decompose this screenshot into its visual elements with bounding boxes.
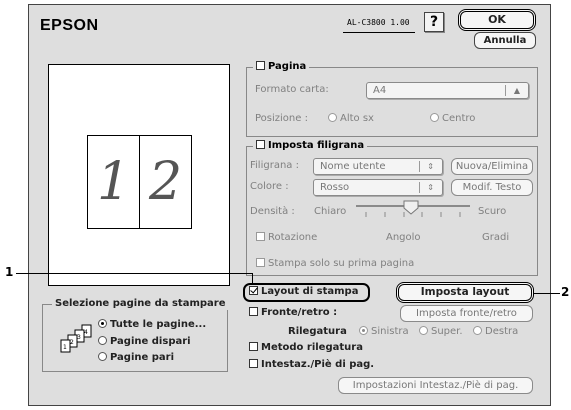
callout-2-line bbox=[534, 293, 560, 294]
angle-label: Angolo bbox=[386, 232, 421, 243]
paper-size-value: A4 bbox=[373, 85, 387, 96]
odd-pages-option[interactable]: Pagine dispari bbox=[98, 336, 191, 347]
updown-arrow-icon: ⇕ bbox=[427, 162, 434, 171]
updown-arrow-icon: ▲ bbox=[513, 86, 520, 95]
updown-arrow-icon: ⇕ bbox=[427, 183, 434, 192]
header-footer-setup-button[interactable]: Impostazioni Intestaz./Piè di pag. bbox=[338, 377, 533, 394]
svg-text:4: 4 bbox=[84, 329, 88, 336]
preview-page-1: 1 bbox=[87, 135, 140, 229]
degrees-label: Gradi bbox=[482, 232, 510, 243]
print-layout-label: Layout di stampa bbox=[261, 286, 359, 297]
watermark-group-label: Imposta filigrana bbox=[268, 140, 365, 151]
help-button[interactable]: ? bbox=[424, 12, 444, 32]
first-page-only-label: Stampa solo su prima pagina bbox=[268, 258, 415, 269]
density-slider[interactable] bbox=[352, 199, 474, 221]
header-footer-label: Intestaz./Piè di pag. bbox=[261, 359, 375, 370]
all-pages-option[interactable]: Tutte le pagine... bbox=[98, 319, 206, 330]
all-pages-label: Tutte le pagine... bbox=[110, 319, 207, 330]
page-group-title[interactable]: Pagina bbox=[253, 61, 310, 73]
new-delete-button[interactable]: Nuova/Elimina bbox=[451, 158, 533, 175]
page-selection-title: Selezione pagine da stampare bbox=[52, 298, 229, 310]
ok-button[interactable]: OK bbox=[458, 9, 536, 31]
rotation-option[interactable]: Rotazione bbox=[256, 232, 317, 243]
duplex-label: Fronte/retro : bbox=[261, 307, 338, 318]
first-page-only-option[interactable]: Stampa solo su prima pagina bbox=[256, 258, 414, 269]
svg-text:2: 2 bbox=[70, 339, 74, 346]
page-group bbox=[246, 67, 538, 137]
density-light-label: Chiaro bbox=[314, 206, 347, 217]
color-select[interactable]: Rosso ⇕ bbox=[313, 179, 443, 196]
printer-model-label: AL-C3800 1.00 bbox=[347, 18, 410, 27]
even-pages-option[interactable]: Pagine pari bbox=[98, 352, 174, 363]
popup-separator bbox=[419, 182, 420, 193]
color-value: Rosso bbox=[320, 182, 350, 193]
even-pages-radio[interactable] bbox=[98, 352, 107, 361]
binding-method-option[interactable]: Metodo rilegatura bbox=[249, 342, 363, 353]
edit-text-button[interactable]: Modif. Testo bbox=[451, 179, 533, 196]
slider-thumb[interactable] bbox=[403, 200, 419, 215]
position-center-option[interactable]: Centro bbox=[430, 113, 475, 124]
callout-2-label: 2 bbox=[561, 285, 570, 299]
binding-right-radio[interactable] bbox=[473, 326, 482, 335]
paper-size-select[interactable]: A4 ▲ bbox=[366, 82, 529, 99]
binding-left-option[interactable]: Sinistra bbox=[359, 326, 409, 337]
binding-right-option[interactable]: Destra bbox=[473, 326, 518, 337]
layout-setup-button[interactable]: Imposta layout bbox=[396, 282, 534, 303]
binding-label: Rilegatura bbox=[288, 326, 347, 337]
watermark-label: Filigrana : bbox=[250, 160, 299, 171]
rotation-label: Rotazione bbox=[268, 232, 318, 243]
watermark-group-title[interactable]: Imposta filigrana bbox=[253, 140, 368, 152]
pages-stack-icon: 4321 bbox=[60, 324, 92, 353]
odd-pages-label: Pagine dispari bbox=[110, 336, 191, 347]
callout-1-line bbox=[16, 273, 252, 274]
color-label: Colore : bbox=[250, 181, 289, 192]
watermark-checkbox[interactable] bbox=[256, 140, 265, 149]
print-layout-checkbox[interactable] bbox=[249, 286, 258, 295]
paper-size-label: Formato carta: bbox=[255, 84, 329, 95]
position-center-radio[interactable] bbox=[430, 113, 439, 122]
position-top-left-radio[interactable] bbox=[328, 113, 337, 122]
density-label: Densità : bbox=[250, 206, 295, 217]
svg-text:3: 3 bbox=[77, 334, 81, 341]
first-page-only-checkbox[interactable] bbox=[256, 258, 265, 267]
duplex-setup-button[interactable]: Imposta fronte/retro bbox=[400, 305, 533, 322]
duplex-checkbox[interactable] bbox=[249, 307, 258, 316]
watermark-value: Nome utente bbox=[320, 161, 386, 172]
print-layout-option[interactable]: Layout di stampa bbox=[249, 286, 358, 297]
epson-logo: EPSON bbox=[40, 17, 99, 34]
popup-separator bbox=[505, 85, 506, 96]
header-footer-checkbox[interactable] bbox=[249, 359, 258, 368]
binding-top-radio[interactable] bbox=[419, 326, 428, 335]
odd-pages-radio[interactable] bbox=[98, 336, 107, 345]
binding-left-radio[interactable] bbox=[359, 326, 368, 335]
callout-1-label: 1 bbox=[5, 265, 14, 279]
position-top-left-label: Alto sx bbox=[340, 113, 374, 124]
page-group-label: Pagina bbox=[268, 61, 307, 72]
model-underline bbox=[343, 32, 415, 33]
cancel-button[interactable]: Annulla bbox=[474, 32, 536, 49]
popup-separator bbox=[419, 161, 420, 172]
duplex-option[interactable]: Fronte/retro : bbox=[249, 307, 337, 318]
position-top-left-option[interactable]: Alto sx bbox=[328, 113, 374, 124]
all-pages-radio[interactable] bbox=[98, 319, 107, 328]
binding-right-label: Destra bbox=[485, 326, 519, 337]
header-footer-option[interactable]: Intestaz./Piè di pag. bbox=[249, 359, 374, 370]
preview-page-2: 2 bbox=[139, 135, 192, 229]
callout-1-drop bbox=[252, 273, 253, 285]
watermark-select[interactable]: Nome utente ⇕ bbox=[313, 158, 443, 175]
binding-top-label: Super. bbox=[431, 326, 463, 337]
binding-left-label: Sinistra bbox=[371, 326, 409, 337]
svg-text:1: 1 bbox=[63, 344, 67, 351]
even-pages-label: Pagine pari bbox=[110, 352, 175, 363]
position-label: Posizione : bbox=[255, 113, 308, 124]
binding-method-checkbox[interactable] bbox=[249, 342, 258, 351]
binding-top-option[interactable]: Super. bbox=[419, 326, 463, 337]
density-dark-label: Scuro bbox=[478, 206, 507, 217]
binding-method-label: Metodo rilegatura bbox=[261, 342, 363, 353]
page-checkbox[interactable] bbox=[256, 61, 265, 70]
position-center-label: Centro bbox=[442, 113, 476, 124]
rotation-checkbox[interactable] bbox=[256, 232, 265, 241]
